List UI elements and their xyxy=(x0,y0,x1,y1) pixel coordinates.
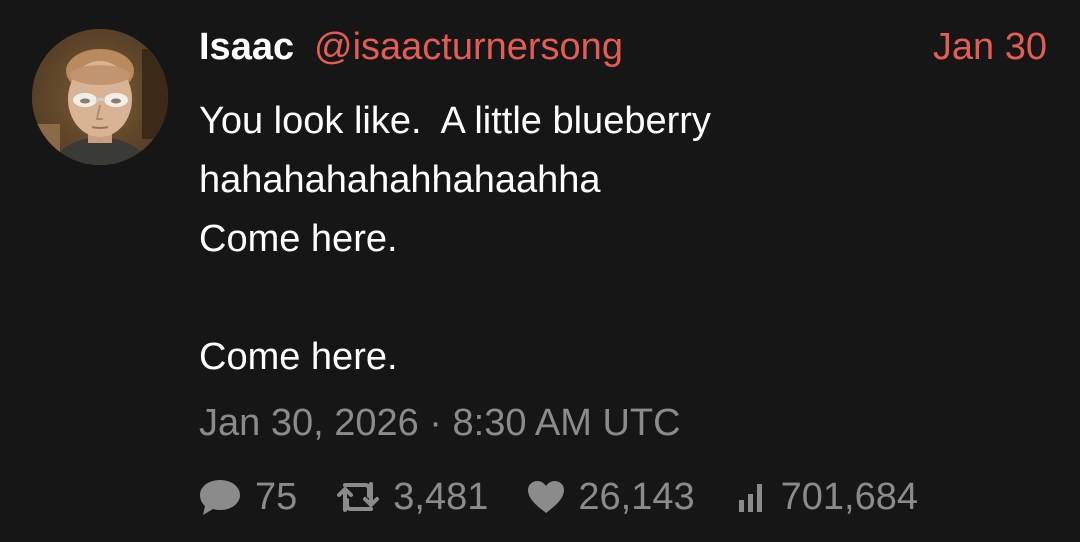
reply-count: 75 xyxy=(255,475,298,518)
tweet-body-line: Come here. xyxy=(199,218,398,260)
tweet-body: You look like. A little blueberry hahaha… xyxy=(199,92,711,387)
bar-chart-icon xyxy=(738,484,762,512)
like-count: 26,143 xyxy=(578,475,695,518)
repost-count: 3,481 xyxy=(393,475,489,518)
tweet-card: Isaac @isaacturnersong Jan 30 You look l… xyxy=(0,0,1080,542)
post-timestamp[interactable]: Jan 30, 2026 · 8:30 AM UTC xyxy=(199,402,681,444)
repost-button[interactable]: 3,481 xyxy=(335,476,488,519)
author-name[interactable]: Isaac xyxy=(199,27,294,67)
tweet-body-line: hahahahahahhahaahha xyxy=(199,159,601,201)
speech-bubble-icon xyxy=(200,480,240,515)
views-button[interactable]: 701,684 xyxy=(733,476,918,519)
view-count: 701,684 xyxy=(780,475,918,518)
avatar[interactable] xyxy=(32,29,168,165)
tweet-body-line xyxy=(199,269,711,328)
tweet-body-line: Come here. xyxy=(199,336,398,378)
retweet-arrows-icon xyxy=(337,482,380,512)
like-button[interactable]: 26,143 xyxy=(526,475,695,519)
profile-photo-icon xyxy=(32,29,168,165)
post-date[interactable]: Jan 30 xyxy=(933,27,1047,67)
tweet-body-line: You look like. A little blueberry xyxy=(199,100,711,142)
heart-icon xyxy=(528,481,565,513)
engagement-bar: 75 3,481 26,143 701,684 xyxy=(197,476,918,518)
reply-button[interactable]: 75 xyxy=(197,476,297,519)
author-handle[interactable]: @isaacturnersong xyxy=(314,27,623,67)
